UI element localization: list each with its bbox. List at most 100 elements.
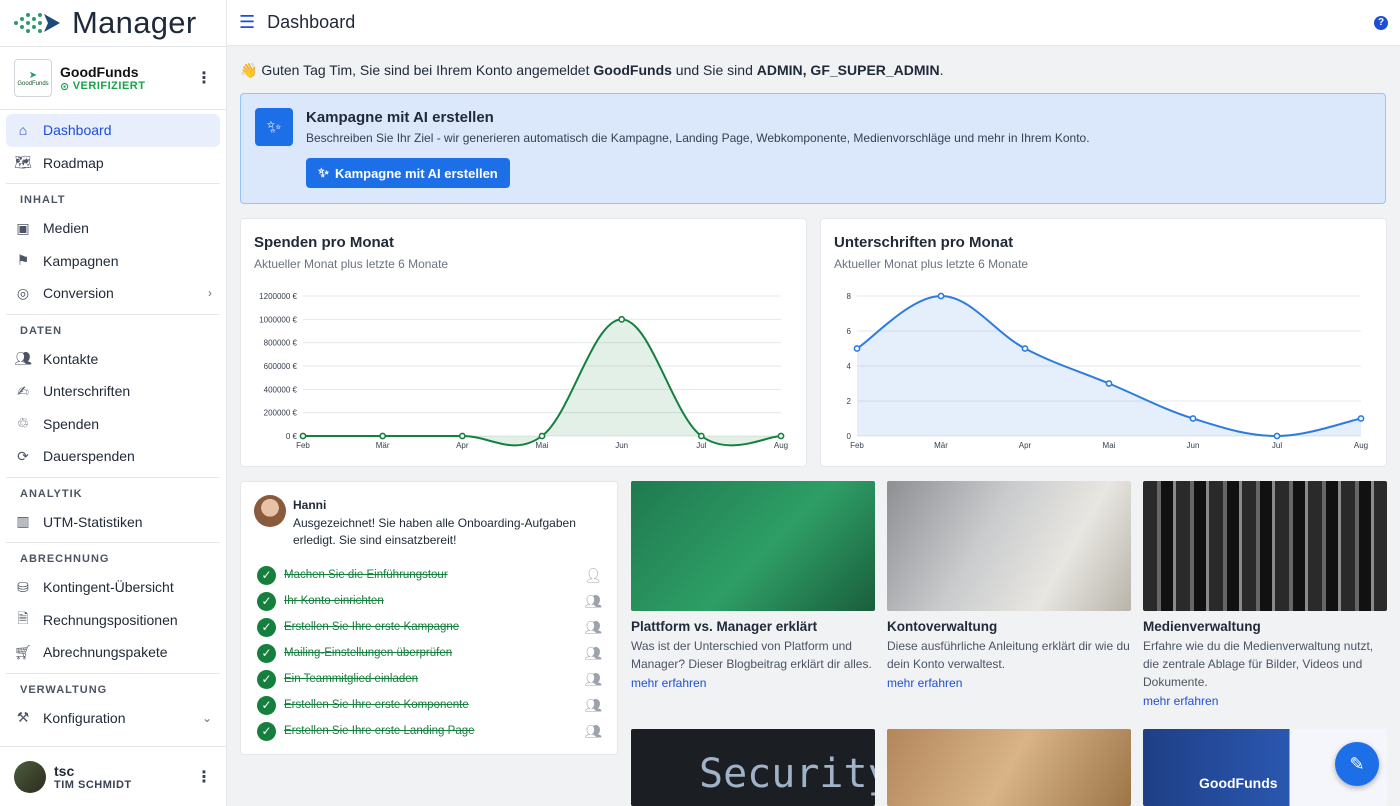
x-tick-label: Feb [296,441,310,450]
x-tick-label: Jun [615,441,628,450]
nav-utm[interactable]: ▥ UTM-Statistiken [6,506,220,539]
nav-spenden[interactable]: ♲ Spenden [6,408,220,441]
topbar: ☰ Dashboard ? [227,0,1400,46]
y-tick-label: 800000 € [264,339,298,348]
tile-image-phones [631,481,875,611]
greeting: 👋 Guten Tag Tim, Sie sind bei Ihrem Kont… [240,62,943,79]
data-point [697,432,705,440]
users-icon: 👥︎ [14,350,32,367]
main-nav: ⌂ Dashboard 🗺︎ Roadmap INHALT ▣ Medien ⚑ Kam… [0,110,226,738]
help-icon[interactable]: ? [1374,15,1388,30]
logo-icon [14,13,60,33]
task-item[interactable]: ✓ Erstellen Sie Ihre erste Landing Page 👥︎ [257,720,602,742]
nav-kontingent[interactable]: ⛁ Kontingent-Übersicht [6,571,220,604]
nav-utm-label: UTM-Statistiken [43,513,143,530]
task-item[interactable]: ✓ Machen Sie die Einführungstour 👤︎ [257,564,602,586]
y-tick-label: 1200000 € [259,292,297,301]
tile-description: Diese ausführliche Anleitung erklärt dir… [887,639,1130,671]
nav-medien[interactable]: ▣ Medien [6,212,220,245]
section-abrechnung: ABRECHNUNG [6,542,220,571]
unterschriften-chart: 0 2 4 6 8 Feb Mär Apr Mai Jun Jul Aug [847,292,1369,450]
map-icon: 🗺︎ [14,154,32,171]
tile-medienverwaltung[interactable]: Medienverwaltung Erfahre wie du die Medi… [1143,481,1387,708]
tile-more-link[interactable]: mehr erfahren [887,676,1131,690]
user-menu[interactable]: tsc TIM SCHMIDT ⋮ [0,746,226,806]
tile-desk[interactable] [887,729,1131,806]
account-menu-icon[interactable]: ⋮ [196,68,212,88]
data-point [1189,415,1197,422]
task-item[interactable]: ✓ Erstellen Sie Ihre erste Komponente 👥︎ [257,694,602,716]
tile-image-desk [887,729,1131,806]
flag-icon: ⚑ [16,252,30,269]
check-icon: ✓ [257,591,276,611]
verified-label: VERIFIZIERT [72,80,146,92]
bar-chart-icon: ▥ [16,513,30,530]
nav-dashboard[interactable]: ⌂ Dashboard [6,114,220,147]
nav-dauerspenden-label: Dauerspenden [43,448,135,465]
magic-wand-icon: ✨︎ [255,108,293,146]
task-item[interactable]: ✓ Erstellen Sie Ihre erste Kampagne 👥︎ [257,616,602,638]
nav-spenden-label: Spenden [43,415,100,432]
tile-more-link[interactable]: mehr erfahren [1143,694,1387,708]
nav-konfiguration[interactable]: ⚒ Konfiguration ⌄ [6,702,220,735]
invoice-icon: 🗎︎ [17,609,29,626]
tile-security[interactable]: Security [631,729,875,806]
account-switcher[interactable]: ➤ GoodFunds GoodFunds ⊙ VERIFIZIERT ⋮ [0,46,226,110]
nav-kampagnen-label: Kampagnen [43,252,119,269]
spenden-chart: 0 € 200000 € 400000 € 600000 € 800000 € 10000… [259,292,788,450]
nav-roadmap[interactable]: 🗺︎ Roadmap [6,147,220,180]
task-item[interactable]: ✓ Ein Teammitglied einladen 👥︎ [257,668,602,690]
tile-image-media [1143,481,1387,611]
task-label: Erstellen Sie Ihre erste Komponente [284,699,469,711]
tile-image-security: Security [631,729,875,806]
chart-subtitle: Aktueller Monat plus letzte 6 Monate [834,257,1029,271]
nav-conversion[interactable]: ◎ Conversion › [6,277,220,310]
nav-rechnungspositionen-label: Rechnungspositionen [43,611,178,628]
greeting-mid: und Sie sind [671,62,757,78]
nav-dauerspenden[interactable]: ⟳ Dauerspenden [6,440,220,473]
hamburger-menu-icon[interactable]: ☰ [239,12,255,33]
greeting-org: GoodFunds [593,62,672,78]
feedback-button[interactable]: ✎ [1335,742,1379,786]
create-ai-campaign-button[interactable]: ✨︎ Kampagne mit AI erstellen [306,158,510,188]
nav-unterschriften-label: Unterschriften [43,383,131,400]
nav-abrechnungspakete[interactable]: 🛒︎ Abrechnungspakete [6,636,220,669]
y-tick-label: 0 [847,432,852,441]
cart-icon: 🛒︎ [14,643,32,660]
tile-more-link[interactable]: mehr erfahren [631,676,875,690]
task-item[interactable]: ✓ Ihr Konto einrichten 👥︎ [257,590,602,612]
x-tick-label: Aug [1354,441,1368,450]
x-tick-label: Mai [1103,441,1116,450]
ai-campaign-banner: ✨︎ Kampagne mit AI erstellen Beschreiben… [240,93,1386,204]
chevron-right-icon: › [208,286,212,301]
app-logo[interactable]: Manager [0,0,226,46]
section-daten: DATEN [6,313,220,343]
tile-title: Medienverwaltung [1143,619,1261,634]
nav-rechnungspositionen[interactable]: 🗎︎ Rechnungspositionen [6,604,220,637]
magic-wand-icon: ✨︎ [318,165,329,180]
x-tick-label: Jul [1272,441,1282,450]
data-point [458,432,466,440]
user-short-name: tsc [54,762,75,779]
app-logo-text: Manager [72,5,197,40]
chart-card-unterschriften: Unterschriften pro Monat Aktueller Monat… [820,218,1387,467]
tile-plattform[interactable]: Plattform vs. Manager erklärt Was ist de… [631,481,875,690]
x-tick-label: Feb [850,441,864,450]
user-menu-icon[interactable]: ⋮ [196,767,212,787]
check-icon: ✓ [257,617,276,637]
y-tick-label: 4 [847,362,852,371]
task-item[interactable]: ✓ Mailing-Einstellungen überprüfen 👥︎ [257,642,602,664]
x-tick-label: Mär [934,441,948,450]
tools-icon: ⚒ [16,709,30,726]
tile-kontoverwaltung[interactable]: Kontoverwaltung Diese ausführliche Anlei… [887,481,1131,690]
task-label: Ein Teammitglied einladen [284,673,419,685]
greeting-roles: ADMIN, GF_SUPER_ADMIN [756,62,940,78]
verified-badge: ⊙ VERIFIZIERT [60,80,145,93]
nav-kampagnen[interactable]: ⚑ Kampagnen [6,245,220,278]
images-icon: ▣ [16,219,30,236]
nav-abrechnungspakete-label: Abrechnungspakete [43,644,168,661]
nav-kontakte[interactable]: 👥︎ Kontakte [6,343,220,376]
data-point [1021,345,1029,352]
tile-description: Was ist der Unterschied von Platform und… [631,639,872,671]
nav-unterschriften[interactable]: ✍︎ Unterschriften [6,375,220,408]
